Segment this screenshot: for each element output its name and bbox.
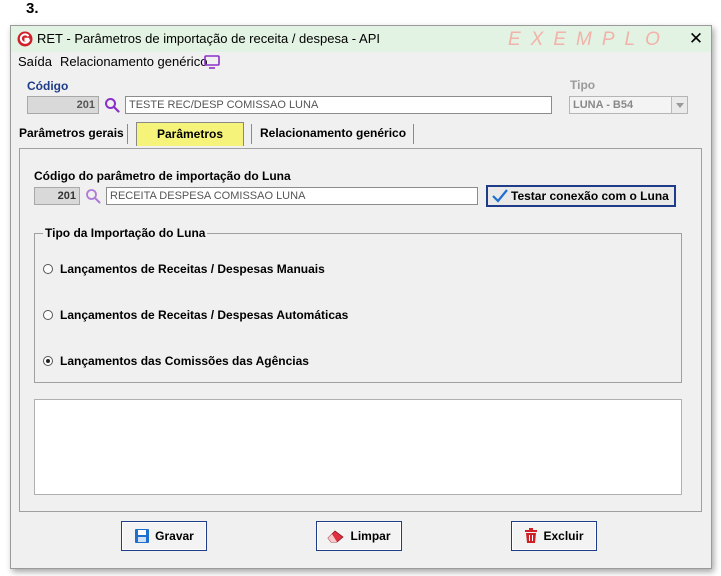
tab-parametros-luna[interactable]: Parâmetros Luna <box>136 122 244 163</box>
radio-label: Lançamentos de Receitas / Despesas Manua… <box>60 262 325 276</box>
group-title: Tipo da Importação do Luna <box>43 226 208 240</box>
tab-separator <box>127 124 128 144</box>
log-memo[interactable] <box>34 399 682 495</box>
radio-button[interactable] <box>43 264 53 274</box>
search-icon[interactable] <box>104 97 120 113</box>
param-code-field[interactable]: 201 <box>34 187 80 205</box>
test-connection-label: Testar conexão com o Luna <box>511 189 669 203</box>
window-title: RET - Parâmetros de importação de receit… <box>37 31 380 46</box>
step-label: 3. <box>26 0 39 17</box>
clear-label: Limpar <box>350 529 391 543</box>
tipo-select-value: LUNA - B54 <box>573 99 634 111</box>
chevron-down-icon <box>671 97 687 113</box>
save-icon <box>135 529 150 543</box>
codigo-label: Código <box>27 79 69 93</box>
param-label: Código do parâmetro de importação do Lun… <box>34 169 291 183</box>
radio-option-automaticas[interactable]: Lançamentos de Receitas / Despesas Autom… <box>43 308 348 322</box>
save-label: Gravar <box>155 529 194 543</box>
clear-button[interactable]: Limpar <box>316 521 402 551</box>
delete-label: Excluir <box>543 529 584 543</box>
eraser-icon <box>327 530 345 543</box>
tab-parametros-gerais[interactable]: Parâmetros gerais <box>13 122 130 146</box>
radio-option-manuais[interactable]: Lançamentos de Receitas / Despesas Manua… <box>43 262 325 276</box>
radio-option-comissoes[interactable]: Lançamentos das Comissões das Agências <box>43 354 309 368</box>
tab-separator <box>413 124 414 144</box>
trash-icon <box>525 528 538 543</box>
search-icon[interactable] <box>85 188 101 204</box>
tab-separator <box>251 124 252 144</box>
save-button[interactable]: Gravar <box>121 521 207 551</box>
close-button[interactable]: ✕ <box>685 28 707 50</box>
test-connection-button[interactable]: Testar conexão com o Luna <box>486 185 676 207</box>
tab-relacionamento-generico[interactable]: Relacionamento genérico <box>254 122 412 146</box>
tipo-label: Tipo <box>570 78 596 92</box>
radio-button-checked[interactable] <box>43 356 53 366</box>
descricao-field[interactable]: TESTE REC/DESP COMISSAO LUNA <box>125 96 552 114</box>
menu-saida[interactable]: Saída <box>18 54 52 69</box>
app-logo-icon <box>17 31 33 47</box>
monitor-icon[interactable] <box>204 55 220 69</box>
radio-button[interactable] <box>43 310 53 320</box>
import-type-group: Tipo da Importação do Luna Lançamentos d… <box>34 226 682 383</box>
check-icon <box>492 189 508 203</box>
menu-bar: Saída Relacionamento genérico <box>11 52 711 72</box>
dialog-window: RET - Parâmetros de importação de receit… <box>10 25 712 569</box>
title-bar: RET - Parâmetros de importação de receit… <box>11 26 711 52</box>
delete-button[interactable]: Excluir <box>511 521 597 551</box>
codigo-field[interactable]: 201 <box>27 96 99 114</box>
menu-relacionamento-generico[interactable]: Relacionamento genérico <box>60 54 207 69</box>
watermark: EXEMPLO <box>508 29 670 50</box>
radio-label: Lançamentos das Comissões das Agências <box>60 354 309 368</box>
radio-label: Lançamentos de Receitas / Despesas Autom… <box>60 308 349 322</box>
tab-panel-luna: Código do parâmetro de importação do Lun… <box>19 148 702 512</box>
tipo-select[interactable]: LUNA - B54 <box>569 96 688 114</box>
param-desc-field[interactable]: RECEITA DESPESA COMISSAO LUNA <box>106 187 478 205</box>
